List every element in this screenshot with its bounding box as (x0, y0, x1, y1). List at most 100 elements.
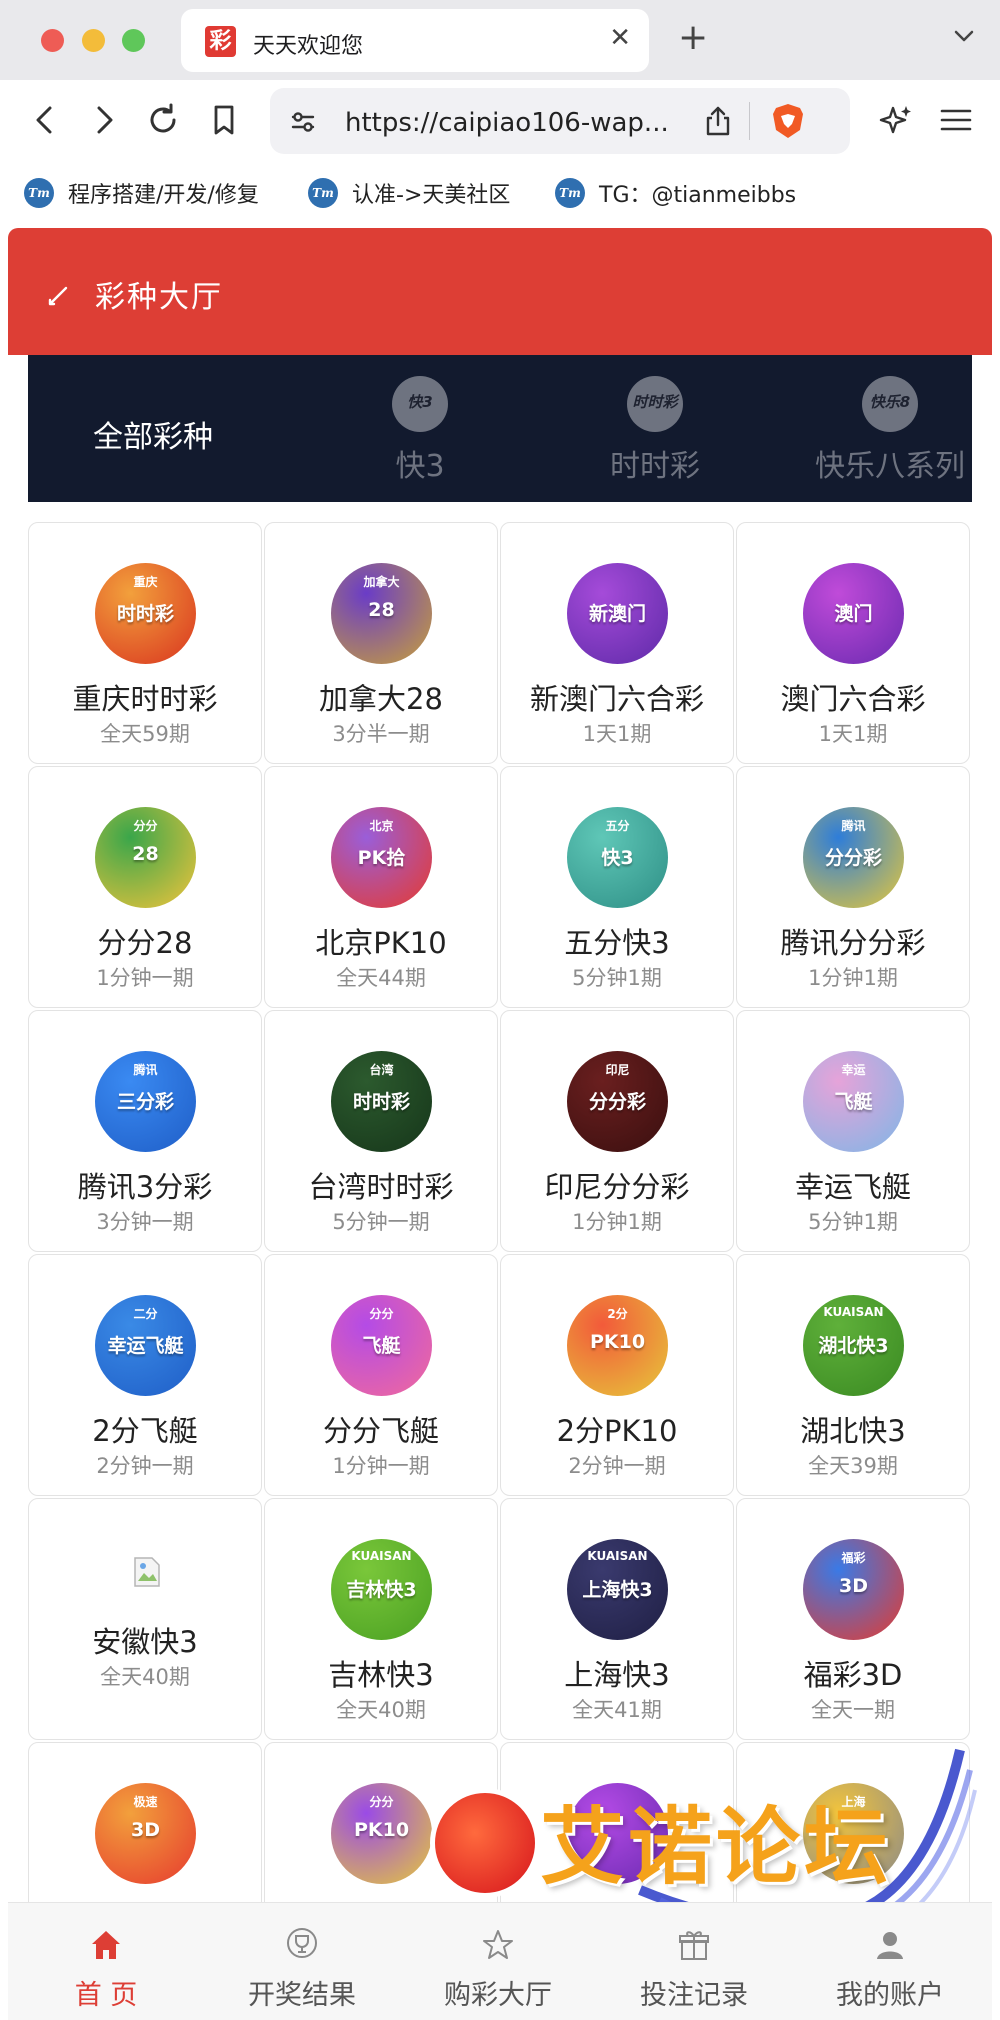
nav-results[interactable]: 开奖结果 (204, 1903, 400, 2020)
logo-text: 澳门 (834, 603, 873, 625)
lottery-card[interactable]: 极速 3D (28, 1742, 262, 1902)
lottery-card[interactable]: 2分 PK10 2分PK10 2分钟一期 (500, 1254, 734, 1496)
lottery-name: 安徽快3 (92, 1625, 198, 1659)
nav-home[interactable]: 首 页 (8, 1903, 204, 2020)
lottery-card[interactable]: 加拿大 28 加拿大28 3分半一期 (264, 522, 498, 764)
nav-my-account[interactable]: 我的账户 (792, 1903, 988, 2020)
lottery-name: 印尼分分彩 (544, 1170, 690, 1204)
window-close-button[interactable] (41, 29, 64, 52)
lottery-card[interactable]: 印尼 分分彩 印尼分分彩 1分钟1期 (500, 1010, 734, 1252)
bookmark-label: TG：@tianmeibbs (599, 183, 797, 208)
address-bar[interactable]: https://caipiao106-wap... (270, 88, 850, 154)
logo-text: 上海快3 (582, 1579, 653, 1601)
sparkle-icon[interactable] (876, 100, 916, 140)
tab-title: 天天欢迎您 (253, 34, 364, 59)
bottom-navigation: 首 页 开奖结果 购彩大厅 投注记录 我的账户 (8, 1902, 992, 2020)
lottery-logo-icon: 极速 3D (95, 1783, 196, 1884)
lottery-frequency: 5分钟一期 (332, 1210, 430, 1234)
lottery-card[interactable]: 安徽快3 全天40期 (28, 1498, 262, 1740)
lottery-card[interactable]: 分分 28 分分28 1分钟一期 (28, 766, 262, 1008)
reload-icon[interactable] (143, 100, 183, 140)
lottery-card[interactable]: 台湾 时时彩 台湾时时彩 5分钟一期 (264, 1010, 498, 1252)
back-pen-icon[interactable] (44, 280, 74, 310)
star-icon (483, 1930, 513, 1959)
lottery-name: 上海快3 (564, 1658, 670, 1692)
new-tab-button[interactable]: + (678, 18, 708, 58)
lottery-logo-icon (567, 1783, 668, 1884)
nav-lottery-hall[interactable]: 购彩大厅 (400, 1903, 596, 2020)
logo-text: 幸运飞艇 (107, 1335, 184, 1357)
lottery-card[interactable]: 新澳门 新澳门六合彩 1天1期 (500, 522, 734, 764)
lottery-card[interactable]: 澳门 澳门六合彩 1天1期 (736, 522, 970, 764)
bookmark-item[interactable]: Tm TG：@tianmeibbs (555, 174, 796, 212)
window-zoom-button[interactable] (122, 29, 145, 52)
menu-icon[interactable] (936, 100, 976, 140)
logo-subtext: 加拿大 (363, 575, 400, 589)
tm-logo-icon: Tm (24, 178, 54, 208)
lottery-frequency: 1分钟一期 (332, 1454, 430, 1478)
shishicai-icon: 时时彩 (627, 376, 683, 432)
lottery-logo-icon: 二分 幸运飞艇 (95, 1295, 196, 1396)
nav-label: 购彩大厅 (444, 1980, 552, 2011)
forward-arrow-icon[interactable] (84, 100, 124, 140)
lottery-frequency: 全天一期 (811, 1698, 895, 1722)
kuaile8-icon: 快乐8 (862, 376, 918, 432)
lottery-card[interactable]: 分分 PK10 (264, 1742, 498, 1902)
lottery-frequency: 全天59期 (100, 722, 190, 746)
logo-subtext: 重庆 (133, 575, 158, 589)
window-minimize-button[interactable] (82, 29, 105, 52)
logo-subtext: 印尼 (605, 1063, 630, 1077)
bookmark-item[interactable]: Tm 认准->天美社区 (308, 174, 510, 212)
lottery-card[interactable]: 北京 PK拾 北京PK10 全天44期 (264, 766, 498, 1008)
lottery-card[interactable]: 腾讯 三分彩 腾讯3分彩 3分钟一期 (28, 1010, 262, 1252)
tab-all-lotteries[interactable]: 全部彩种 (73, 355, 293, 502)
chevron-down-icon[interactable] (950, 22, 978, 50)
logo-subtext: 2分 (607, 1307, 628, 1321)
icon-text: 快乐8 (869, 393, 911, 411)
bookmark-item[interactable]: Tm 程序搭建/开发/修复 (24, 174, 259, 212)
lottery-logo-icon: 五分 快3 (567, 807, 668, 908)
back-arrow-icon[interactable] (25, 100, 65, 140)
lottery-card[interactable]: 分分 飞艇 分分飞艇 1分钟一期 (264, 1254, 498, 1496)
lottery-card[interactable]: KUAISAN 吉林快3 吉林快3 全天40期 (264, 1498, 498, 1740)
browser-toolbar: https://caipiao106-wap... (0, 80, 1000, 162)
bookmark-icon[interactable] (204, 100, 244, 140)
lottery-card[interactable]: 福彩 3D 福彩3D 全天一期 (736, 1498, 970, 1740)
tab-label: 时时彩 (610, 449, 700, 484)
url-text[interactable]: https://caipiao106-wap... (345, 108, 669, 138)
logo-text: 时时彩 (116, 603, 174, 625)
lottery-name: 福彩3D (803, 1658, 903, 1692)
logo-subtext: KUAISAN (823, 1305, 884, 1319)
lottery-frequency: 3分钟一期 (96, 1210, 194, 1234)
logo-text: 时时彩 (352, 1091, 410, 1113)
lottery-logo-icon: 北京 PK拾 (331, 807, 432, 908)
browser-tab[interactable]: 彩 天天欢迎您 ✕ (181, 9, 649, 72)
lottery-card[interactable]: KUAISAN 上海快3 上海快3 全天41期 (500, 1498, 734, 1740)
lottery-card[interactable]: 五分 快3 五分快3 5分钟1期 (500, 766, 734, 1008)
lottery-card[interactable]: 重庆 时时彩 重庆时时彩 全天59期 (28, 522, 262, 764)
logo-text: 28 (132, 843, 159, 865)
logo-subtext: 分分 (369, 1307, 394, 1321)
lottery-card[interactable]: KUAISAN 湖北快3 湖北快3 全天39期 (736, 1254, 970, 1496)
lottery-frequency: 全天40期 (100, 1665, 190, 1689)
nav-label: 投注记录 (640, 1980, 748, 2011)
lottery-card[interactable]: 上海 (736, 1742, 970, 1902)
lottery-name: 北京PK10 (315, 926, 447, 960)
lottery-card[interactable] (500, 1742, 734, 1902)
share-icon[interactable] (703, 105, 733, 137)
lottery-card[interactable]: 幸运 飞艇 幸运飞艇 5分钟1期 (736, 1010, 970, 1252)
nav-bet-records[interactable]: 投注记录 (596, 1903, 792, 2020)
lottery-card[interactable]: 腾讯 分分彩 腾讯分分彩 1分钟1期 (736, 766, 970, 1008)
lottery-card[interactable]: 二分 幸运飞艇 2分飞艇 2分钟一期 (28, 1254, 262, 1496)
logo-text: 飞艇 (834, 1091, 873, 1113)
brave-shield-icon[interactable] (770, 102, 806, 140)
site-settings-icon[interactable] (288, 107, 318, 137)
trophy-icon (287, 1928, 317, 1958)
lottery-name: 湖北快3 (800, 1414, 906, 1448)
tab-shishicai[interactable]: 时时彩 时时彩 (545, 355, 765, 502)
tab-kuaile8[interactable]: 快乐8 快乐八系列 (780, 355, 1000, 502)
lottery-name: 台湾时时彩 (308, 1170, 454, 1204)
tab-close-icon[interactable]: ✕ (609, 23, 631, 53)
tm-logo-icon: Tm (555, 178, 585, 208)
tab-kuai3[interactable]: 快3 快3 (310, 355, 530, 502)
